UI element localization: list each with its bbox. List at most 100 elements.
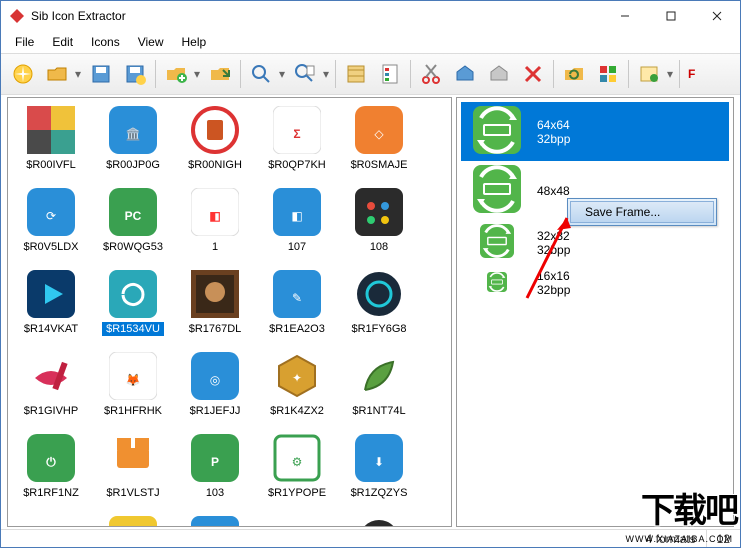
icon-label: $R14VKAT — [20, 322, 82, 336]
paste-button[interactable] — [483, 58, 515, 90]
open-button[interactable] — [41, 58, 73, 90]
toolbar: ▾ ▾ ▾ ▾ ▾ F — [1, 53, 740, 95]
icon-item[interactable]: ◇$R0SMAJE — [338, 100, 420, 182]
icon-item[interactable]: 108 — [338, 182, 420, 264]
export-button[interactable] — [204, 58, 236, 90]
format-depth: 32bpp — [537, 283, 570, 297]
svg-text:◎: ◎ — [210, 373, 220, 387]
icon-item[interactable]: ✦$R1K4ZX2 — [256, 346, 338, 428]
menu-edit[interactable]: Edit — [44, 33, 81, 51]
icon-thumbnail: ✎ — [273, 270, 321, 318]
settings-dropdown[interactable]: ▾ — [667, 67, 675, 81]
icon-label: $R0WQG53 — [99, 240, 167, 254]
settings-button[interactable] — [633, 58, 665, 90]
cut-button[interactable] — [415, 58, 447, 90]
icon-item[interactable]: $R1534VU — [92, 264, 174, 346]
new-button[interactable] — [7, 58, 39, 90]
close-button[interactable] — [694, 1, 740, 31]
icon-item[interactable]: ▭ — [174, 510, 256, 527]
icon-item[interactable]: Σ$R0QP7KH — [256, 100, 338, 182]
icon-label: 107 — [284, 240, 310, 254]
icon-thumbnail: P — [191, 434, 239, 482]
icon-item[interactable]: $R1FY6G8 — [338, 264, 420, 346]
icon-item[interactable]: ⏻$R1RF1NZ — [10, 428, 92, 510]
svg-text:⬇: ⬇ — [374, 455, 384, 469]
icon-item[interactable]: PC$R0WQG53 — [92, 182, 174, 264]
icon-item[interactable]: $R1NT74L — [338, 346, 420, 428]
icon-item[interactable]: $R00IVFL — [10, 100, 92, 182]
menu-file[interactable]: File — [7, 33, 42, 51]
icon-label: $R00NIGH — [184, 158, 246, 172]
content-area: $R00IVFL🏛️$R00JP0G $R00NIGH Σ$R0QP7KH◇$R0S… — [1, 95, 740, 529]
icon-item[interactable]: ⟳ $R0V5LDX — [10, 182, 92, 264]
icon-item[interactable]: 🏛️$R00JP0G — [92, 100, 174, 182]
icon-label: $R0V5LDX — [19, 240, 82, 254]
icon-label: $R1534VU — [102, 322, 164, 336]
icon-item[interactable]: ⬇$R1ZQZYS — [338, 428, 420, 510]
icon-item[interactable]: ◧107 — [256, 182, 338, 264]
menu-view[interactable]: View — [130, 33, 172, 51]
save-as-button[interactable] — [119, 58, 151, 90]
icon-thumbnail: ⟳ — [27, 188, 75, 236]
icon-item[interactable]: 🦊$R1HFRHK — [92, 346, 174, 428]
find-file-dropdown[interactable]: ▾ — [323, 67, 331, 81]
watermark-url: WWW.XIAZAIBA.COM — [626, 534, 734, 544]
context-save-frame[interactable]: Save Frame... — [570, 201, 714, 223]
format-depth: 32bpp — [537, 243, 570, 257]
open-dropdown[interactable]: ▾ — [75, 67, 83, 81]
maximize-button[interactable] — [648, 1, 694, 31]
icon-item[interactable] — [256, 510, 338, 527]
properties-button[interactable] — [374, 58, 406, 90]
icon-item[interactable]: ⌒ — [92, 510, 174, 527]
find-dropdown[interactable]: ▾ — [279, 67, 287, 81]
add-dropdown[interactable]: ▾ — [194, 67, 202, 81]
icon-item[interactable] — [10, 510, 92, 527]
format-chip-icon — [473, 106, 521, 157]
icon-item[interactable] — [338, 510, 420, 527]
format-row[interactable]: 16x1632bpp — [461, 265, 729, 301]
add-button[interactable] — [160, 58, 192, 90]
extract-button[interactable] — [340, 58, 372, 90]
format-depth: 32bpp — [537, 132, 570, 146]
icon-label: $R1K4ZX2 — [266, 404, 328, 418]
find-button[interactable] — [245, 58, 277, 90]
icon-thumbnail: ⚙ — [273, 434, 321, 482]
icon-item[interactable]: ◧1 — [174, 182, 256, 264]
icon-item[interactable]: ✎ $R1EA2O3 — [256, 264, 338, 346]
copy-button[interactable] — [449, 58, 481, 90]
format-row[interactable]: 32x3232bpp — [461, 220, 729, 265]
icon-item[interactable]: $R00NIGH — [174, 100, 256, 182]
toolbar-overflow-indicator[interactable]: F — [684, 67, 699, 81]
icon-label: $R1767DL — [185, 322, 246, 336]
format-row[interactable]: 64x6432bpp — [461, 102, 729, 161]
icon-item[interactable]: ◎$R1JEFJJ — [174, 346, 256, 428]
icon-item[interactable]: $R14VKAT — [10, 264, 92, 346]
icon-thumbnail: ◧ — [191, 188, 239, 236]
find-file-button[interactable] — [289, 58, 321, 90]
icon-label: 108 — [366, 240, 392, 254]
windows-button[interactable] — [592, 58, 624, 90]
delete-button[interactable] — [517, 58, 549, 90]
svg-text:⚙: ⚙ — [292, 455, 303, 469]
icon-item[interactable]: $R1GIVHP — [10, 346, 92, 428]
icon-item[interactable]: P103 — [174, 428, 256, 510]
icon-item[interactable]: ⚙$R1YPOPE — [256, 428, 338, 510]
svg-text:P: P — [211, 455, 219, 469]
icon-list-pane[interactable]: $R00IVFL🏛️$R00JP0G $R00NIGH Σ$R0QP7KH◇$R0S… — [7, 97, 452, 527]
svg-text:Σ: Σ — [293, 127, 300, 141]
format-list-pane[interactable]: 64x6432bpp48x4832x3232bpp16x1632bpp Save… — [456, 97, 734, 527]
format-dimension: 64x64 — [537, 118, 570, 132]
icon-label: $R1EA2O3 — [265, 322, 329, 336]
menu-help[interactable]: Help — [174, 33, 215, 51]
icon-item[interactable]: $R1767DL — [174, 264, 256, 346]
icon-thumbnail — [355, 516, 403, 527]
icon-item[interactable]: $R1VLSTJ — [92, 428, 174, 510]
icon-thumbnail — [27, 106, 75, 154]
format-chip-icon — [473, 165, 521, 216]
save-button[interactable] — [85, 58, 117, 90]
window-title: Sib Icon Extractor — [31, 9, 602, 23]
refresh-button[interactable] — [558, 58, 590, 90]
icon-label: $R00JP0G — [102, 158, 164, 172]
menu-icons[interactable]: Icons — [83, 33, 128, 51]
minimize-button[interactable] — [602, 1, 648, 31]
